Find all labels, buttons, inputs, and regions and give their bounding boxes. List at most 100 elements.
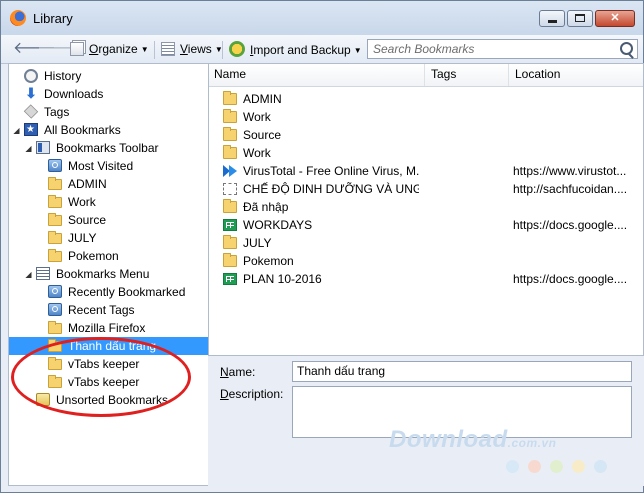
tree-item-source[interactable]: Source	[9, 211, 208, 229]
column-header-name[interactable]: Name	[214, 67, 246, 81]
list-row[interactable]: JULY	[209, 234, 643, 252]
list-row[interactable]: ADMIN	[209, 90, 643, 108]
expanded-triangle-icon[interactable]: ◢	[24, 144, 33, 153]
folder-icon	[223, 127, 237, 141]
tree-item-july[interactable]: JULY	[9, 229, 208, 247]
tree-item-all-bookmarks[interactable]: ◢ All Bookmarks	[9, 121, 208, 139]
organize-menu-button[interactable]: Organize ▼	[70, 41, 149, 59]
watermark-domain: .com.vn	[507, 436, 557, 450]
import-label: mport and Backup	[253, 43, 351, 57]
forward-arrow-icon[interactable]: 🡒	[37, 40, 80, 58]
bookmarks-menu-icon	[36, 267, 50, 280]
list-row[interactable]: Pokemon	[209, 252, 643, 270]
list-row[interactable]: Work	[209, 108, 643, 126]
tree-item-label: Recently Bookmarked	[68, 285, 186, 299]
tree-item-work[interactable]: Work	[9, 193, 208, 211]
bookmarks-tree[interactable]: History ⬇ Downloads Tags ◢ All Bookmarks…	[8, 63, 209, 486]
search-input[interactable]: Search Bookmarks	[367, 39, 638, 59]
row-location: https://www.virustot...	[513, 164, 627, 178]
row-name: Source	[243, 128, 282, 142]
list-row[interactable]: VirusTotal - Free Online Virus, M... http…	[209, 162, 643, 180]
watermark-dot	[528, 460, 541, 473]
bookmarks-toolbar-icon	[36, 141, 50, 154]
views-menu-button[interactable]: Views ▼	[161, 41, 223, 59]
list-row[interactable]: PLAN 10-2016 https://docs.google....	[209, 270, 643, 288]
description-mnemonic: D	[220, 387, 229, 401]
description-label-rest: escription:	[228, 387, 284, 401]
watermark-dot	[550, 460, 563, 473]
name-label-rest: ame:	[228, 365, 256, 379]
views-mnemonic: V	[180, 42, 188, 56]
organize-icon	[70, 42, 84, 56]
list-row[interactable]: CHẾ ĐỘ DINH DƯỠNG VÀ UNG ... http://sachf…	[209, 180, 643, 198]
watermark-dot	[506, 460, 519, 473]
tree-item-recent-tags[interactable]: Recent Tags	[9, 301, 208, 319]
firefox-icon	[10, 10, 26, 26]
chevron-down-icon: ▼	[140, 45, 149, 54]
row-name: Pokemon	[243, 254, 294, 268]
folder-icon	[223, 91, 237, 105]
virustotal-icon	[223, 165, 237, 177]
tree-item-admin[interactable]: ADMIN	[9, 175, 208, 193]
list-row[interactable]: WORKDAYS https://docs.google....	[209, 216, 643, 234]
tree-item-label: ADMIN	[68, 177, 107, 191]
tree-item-vtabs-keeper[interactable]: vTabs keeper	[9, 355, 208, 373]
back-arrow-icon[interactable]: 🡐	[13, 40, 56, 58]
tree-item-label: History	[44, 69, 82, 83]
column-divider[interactable]	[508, 64, 509, 86]
row-name: ADMIN	[243, 92, 282, 106]
sheet-icon	[223, 219, 237, 231]
title-bar[interactable]: Library ✕	[1, 1, 643, 35]
row-name: Work	[243, 146, 271, 160]
tree-item-pokemon[interactable]: Pokemon	[9, 247, 208, 265]
column-header-location[interactable]: Location	[515, 67, 560, 81]
list-row[interactable]: Work	[209, 144, 643, 162]
watermark: Download.com.vn	[389, 426, 557, 454]
close-button[interactable]: ✕	[595, 10, 635, 27]
column-header-tags[interactable]: Tags	[431, 67, 456, 81]
tree-item-bookmarks-toolbar[interactable]: ◢ Bookmarks Toolbar	[9, 139, 208, 157]
folder-icon	[48, 375, 62, 388]
import-backup-menu-button[interactable]: Import and Backup ▼	[229, 41, 362, 59]
smart-folder-icon	[48, 159, 62, 172]
download-arrow-icon: ⬇	[25, 85, 37, 101]
row-location: http://sachfucoidan....	[513, 182, 628, 196]
expanded-triangle-icon[interactable]: ◢	[12, 126, 21, 135]
row-location: https://docs.google....	[513, 218, 628, 232]
views-icon	[161, 42, 175, 56]
folder-icon	[48, 339, 62, 352]
unsorted-bookmarks-icon	[36, 393, 50, 406]
column-divider[interactable]	[424, 64, 425, 86]
row-name: Đã nhập	[243, 200, 289, 214]
library-window: Library ✕ 🡐 🡒 Organize ▼ Views ▼ Import an…	[0, 0, 644, 493]
list-row[interactable]: Source	[209, 126, 643, 144]
tree-item-bookmarks-menu[interactable]: ◢ Bookmarks Menu	[9, 265, 208, 283]
tree-item-label: Most Visited	[68, 159, 134, 173]
watermark-dot	[594, 460, 607, 473]
minimize-button[interactable]	[539, 10, 565, 27]
name-field[interactable]: Thanh dấu trang	[292, 361, 632, 382]
folder-icon	[223, 109, 237, 123]
tree-item-recently-bookmarked[interactable]: Recently Bookmarked	[9, 283, 208, 301]
tree-item-thanh-dau-trang[interactable]: Thanh dấu trang	[9, 337, 208, 355]
bookmarks-list[interactable]: Name Tags Location ADMIN Work Source Work Vi…	[208, 63, 644, 356]
tree-item-most-visited[interactable]: Most Visited	[9, 157, 208, 175]
tree-item-unsorted-bookmarks[interactable]: Unsorted Bookmarks	[9, 391, 208, 409]
tree-item-mozilla-firefox[interactable]: Mozilla Firefox	[9, 319, 208, 337]
folder-icon	[223, 199, 237, 213]
search-placeholder: Search Bookmarks	[373, 42, 475, 56]
tree-item-label: vTabs keeper	[68, 375, 140, 389]
tree-item-history[interactable]: History	[9, 67, 208, 85]
row-name: VirusTotal - Free Online Virus, M...	[243, 164, 419, 178]
maximize-button[interactable]	[567, 10, 593, 27]
expanded-triangle-icon[interactable]: ◢	[24, 270, 33, 279]
search-icon[interactable]	[620, 42, 633, 55]
list-row[interactable]: Đã nhập	[209, 198, 643, 216]
tree-item-label: Bookmarks Menu	[56, 267, 150, 281]
maximize-icon	[575, 14, 585, 22]
row-name: JULY	[243, 236, 272, 250]
tree-item-downloads[interactable]: ⬇ Downloads	[9, 85, 208, 103]
description-label: Description:	[220, 387, 283, 401]
tree-item-vtabs-keeper[interactable]: vTabs keeper	[9, 373, 208, 391]
tree-item-tags[interactable]: Tags	[9, 103, 208, 121]
